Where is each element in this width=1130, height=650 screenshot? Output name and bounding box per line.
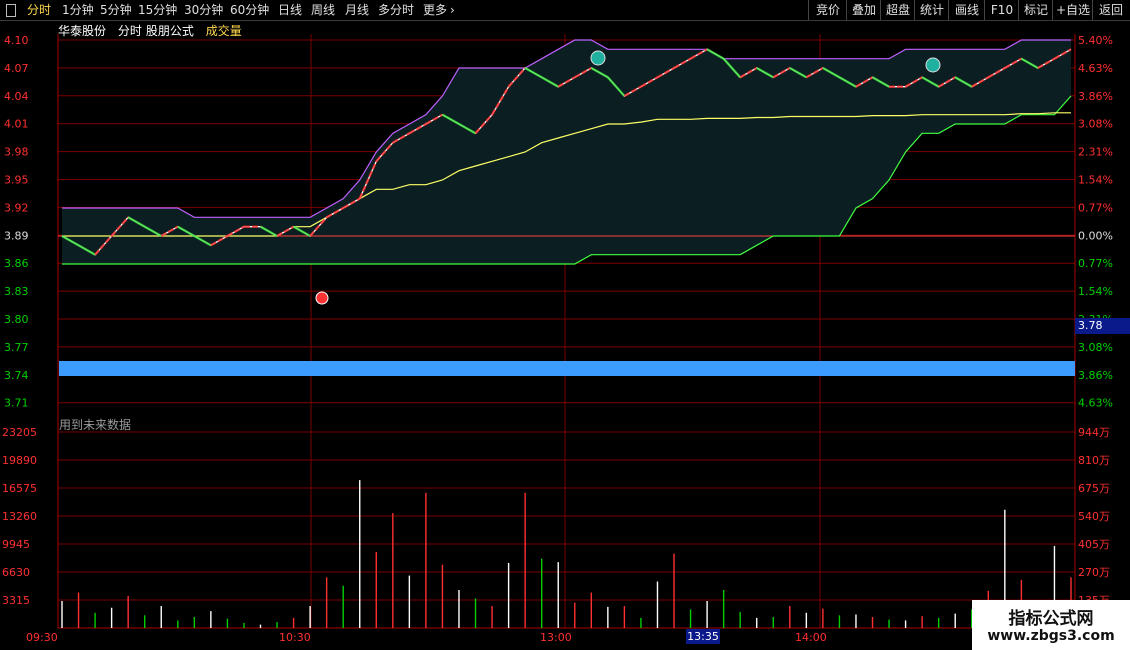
percent-tick-label: 0.00% [1078, 229, 1113, 242]
time-tick-label: 13:00 [540, 631, 572, 644]
price-tick-label: 3.86 [4, 257, 29, 270]
intraday-chart[interactable]: 4.10 4.07 4.04 4.01 3.98 3.95 3.92 3.89 3.86 3.83… [0, 0, 1130, 650]
percent-tick-label: 0.77% [1078, 201, 1113, 214]
period-label: 分时 [117, 24, 142, 38]
volume-tick-label: 3315 [2, 594, 30, 607]
price-tick-label: 3.77 [4, 341, 29, 354]
price-tick-label: 3.80 [4, 313, 29, 326]
stock-name: 华泰股份 [58, 24, 107, 38]
volume-unit-label: 810万 [1078, 454, 1110, 467]
price-tick-label: 4.07 [4, 62, 29, 75]
volume-tick-label: 16575 [2, 482, 37, 495]
volume-tick-label: 6630 [2, 566, 30, 579]
percent-tick-label: 2.31% [1078, 146, 1113, 159]
price-tick-label: 3.95 [4, 174, 29, 187]
cursor-price-label: 3.78 [1075, 318, 1130, 334]
price-tick-label: 3.74 [4, 369, 29, 382]
time-tick-label: 10:30 [279, 631, 311, 644]
percent-tick-label: 3.86% [1078, 369, 1113, 382]
volume-unit-label: 540万 [1078, 510, 1110, 523]
volume-bars [61, 480, 1072, 628]
watermark: 指标公式网 www.zbgs3.com [972, 600, 1130, 650]
volume-tick-label: 9945 [2, 538, 30, 551]
volume-unit-label: 944万 [1078, 426, 1110, 439]
percent-tick-label: 1.54% [1078, 285, 1113, 298]
percent-tick-label: 4.63% [1078, 397, 1113, 410]
percent-tick-label: 1.54% [1078, 174, 1113, 187]
price-tick-label: 4.10 [4, 34, 29, 47]
price-tick-label: 3.89 [4, 229, 29, 242]
time-tick-label: 09:30 [26, 631, 58, 644]
watermark-url: www.zbgs3.com [987, 628, 1115, 644]
volume-tick-label: 19890 [2, 454, 37, 467]
price-tick-label: 4.01 [4, 118, 29, 131]
signal-ball-icon [315, 291, 329, 305]
cursor-time-label: 13:35 [686, 629, 720, 644]
price-tick-label: 3.98 [4, 146, 29, 159]
percent-tick-label: 3.08% [1078, 341, 1113, 354]
percent-tick-label: 5.40% [1078, 34, 1113, 47]
checkmark-badge-icon [925, 57, 941, 73]
highlight-band [59, 361, 1075, 376]
volume-tick-label: 23205 [2, 426, 37, 439]
volume-unit-label: 675万 [1078, 482, 1110, 495]
price-tick-label: 3.83 [4, 285, 29, 298]
volume-unit-label: 405万 [1078, 538, 1110, 551]
percent-tick-label: 3.08% [1078, 118, 1113, 131]
percent-tick-label: 3.86% [1078, 90, 1113, 103]
watermark-title: 指标公式网 [1008, 609, 1094, 629]
formula-name[interactable]: 股朋公式 [146, 24, 194, 38]
percent-tick-label: 4.63% [1078, 62, 1113, 75]
volume-tick-label: 13260 [2, 510, 37, 523]
checkmark-badge-icon [590, 50, 606, 66]
time-tick-label: 14:00 [795, 631, 827, 644]
percent-tick-label: 0.77% [1078, 257, 1113, 270]
volume-unit-label: 270万 [1078, 566, 1110, 579]
price-tick-label: 3.71 [4, 397, 29, 410]
indicator-name[interactable]: 成交量 [206, 24, 242, 38]
future-data-note: 用到未来数据 [59, 418, 132, 432]
chart-header: 华泰股份 分时 股朋公式 成交量 [58, 22, 250, 39]
price-tick-label: 4.04 [4, 90, 29, 103]
price-tick-label: 3.92 [4, 201, 29, 214]
